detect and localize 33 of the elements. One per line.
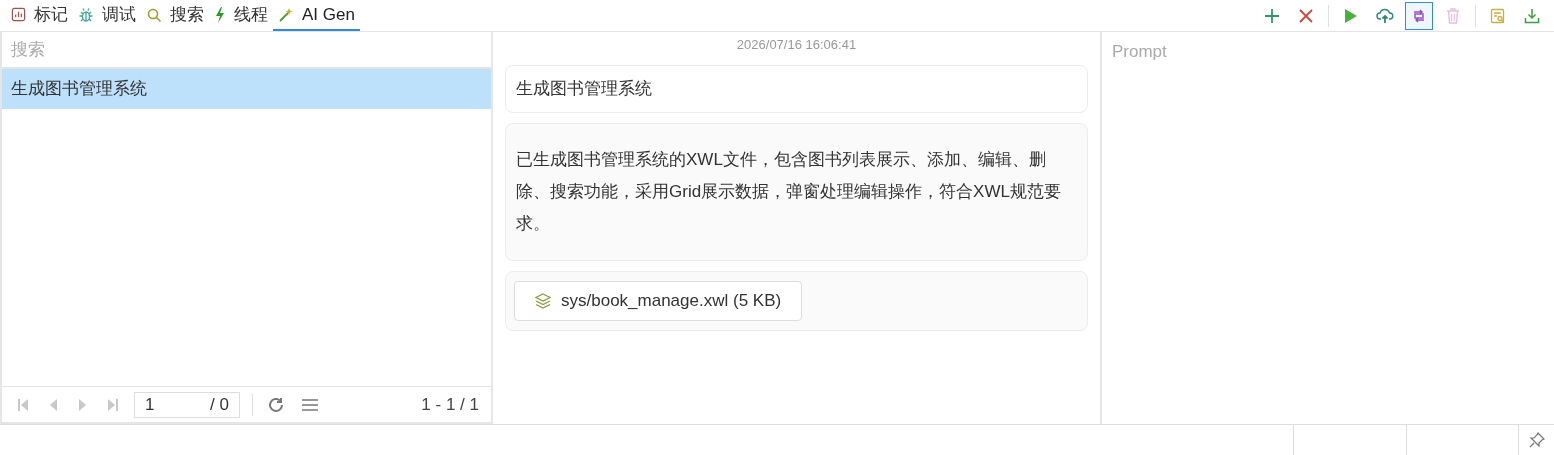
- search-icon: [146, 6, 162, 23]
- page-total: / 0: [210, 393, 229, 416]
- document-search-icon: [1490, 7, 1506, 24]
- close-icon: [1298, 7, 1314, 24]
- play-icon: [1344, 7, 1358, 24]
- file-button[interactable]: sys/book_manage.xwl (5 KB): [514, 280, 803, 321]
- tab[interactable]: 搜索: [141, 0, 209, 31]
- download-icon: [1524, 7, 1540, 24]
- layers-icon: [535, 292, 551, 309]
- cloud-upload-icon: [1376, 7, 1394, 24]
- prompt-field[interactable]: Prompt: [1100, 32, 1554, 424]
- chart-icon: [11, 7, 26, 22]
- lightning-icon: [214, 6, 226, 23]
- page-range: 1 - 1 / 1: [421, 393, 479, 416]
- tab[interactable]: 调试: [73, 0, 141, 31]
- page-field[interactable]: 1 / 0: [134, 391, 240, 418]
- wand-icon: [278, 6, 294, 23]
- tab[interactable]: 标记: [6, 0, 73, 31]
- triangle-left-icon: [48, 397, 58, 412]
- history-item[interactable]: 生成图书管理系统: [2, 69, 491, 109]
- tab[interactable]: 线程: [209, 0, 273, 31]
- tab[interactable]: AI Gen: [273, 0, 360, 31]
- prompt-message: 生成图书管理系统: [505, 64, 1088, 113]
- reply-message: 已生成图书管理系统的XWL文件，包含图书列表展示、添加、编辑、删除、搜索功能，采用Grid展示数据，弹窗处理编辑操作，符合XWL规范要求。: [505, 122, 1088, 261]
- skip-back-icon: [17, 397, 29, 412]
- bug-icon: [78, 6, 94, 23]
- trash-icon: [1446, 7, 1460, 24]
- plus-icon: [1264, 7, 1280, 24]
- pin-icon[interactable]: [1528, 432, 1545, 448]
- timestamp: 2026/07/16 16:06:41: [736, 36, 857, 54]
- swap-button[interactable]: [1405, 1, 1433, 30]
- triangle-right-icon: [78, 397, 88, 412]
- skip-forward-icon: [107, 397, 119, 412]
